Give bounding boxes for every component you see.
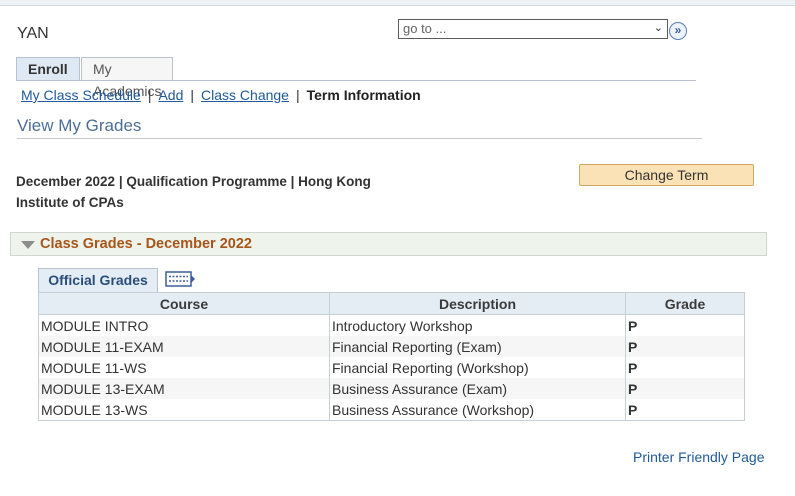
- table-row: MODULE 13-WS Business Assurance (Worksho…: [38, 399, 745, 421]
- sub-navigation: My Class Schedule | Add | Class Change | Term …: [21, 87, 421, 103]
- change-term-button[interactable]: Change Term: [579, 164, 754, 186]
- description-cell: Introductory Workshop: [329, 314, 626, 336]
- title-divider: [17, 138, 702, 139]
- description-cell: Financial Reporting (Workshop): [329, 357, 626, 378]
- tab-official-grades[interactable]: Official Grades: [38, 268, 158, 292]
- link-my-class-schedule[interactable]: My Class Schedule: [21, 87, 141, 103]
- tab-divider: [16, 80, 696, 81]
- goto-select-value: go to ...: [403, 21, 447, 36]
- course-cell: MODULE 13-WS: [38, 399, 330, 421]
- column-header-course[interactable]: Course: [38, 292, 330, 315]
- go-button[interactable]: »: [669, 22, 687, 40]
- section-title: Class Grades - December 2022: [40, 236, 252, 252]
- subnav-separator: |: [295, 87, 300, 103]
- top-bar: [0, 0, 795, 6]
- link-add[interactable]: Add: [158, 87, 183, 103]
- grid-view-icon[interactable]: [165, 271, 196, 287]
- table-row: MODULE 11-EXAM Financial Reporting (Exam…: [38, 336, 745, 357]
- link-class-change[interactable]: Class Change: [201, 87, 289, 103]
- term-info: December 2022 | Qualification Programme …: [16, 171, 396, 213]
- user-name: YAN: [17, 25, 49, 42]
- term-info-line2: Institute of CPAs: [16, 195, 124, 210]
- course-cell: MODULE 11-EXAM: [38, 336, 330, 357]
- description-cell: Business Assurance (Workshop): [329, 399, 626, 421]
- chevron-down-icon: ⌄: [653, 22, 663, 34]
- tab-enroll[interactable]: Enroll: [16, 57, 80, 81]
- table-row: MODULE 11-WS Financial Reporting (Worksh…: [38, 357, 745, 378]
- column-header-grade[interactable]: Grade: [625, 292, 745, 315]
- subnav-separator: |: [190, 87, 195, 103]
- course-cell: MODULE 11-WS: [38, 357, 330, 378]
- page-title: View My Grades: [17, 116, 142, 135]
- triangle-down-icon: [21, 241, 35, 249]
- course-cell: MODULE INTRO: [38, 314, 330, 336]
- table-row: MODULE 13-EXAM Business Assurance (Exam)…: [38, 378, 745, 399]
- printer-friendly-link[interactable]: Printer Friendly Page: [633, 449, 765, 465]
- term-info-line1: December 2022 | Qualification Programme …: [16, 174, 371, 189]
- subnav-separator: |: [147, 87, 152, 103]
- description-cell: Financial Reporting (Exam): [329, 336, 626, 357]
- course-cell: MODULE 13-EXAM: [38, 378, 330, 399]
- double-chevron-right-icon: »: [674, 23, 682, 37]
- tab-my-academics[interactable]: My Academics: [81, 57, 174, 99]
- grade-cell: P: [625, 314, 745, 336]
- table-header-row: Course Description Grade: [38, 292, 745, 315]
- subnav-current-term-information: Term Information: [306, 87, 421, 103]
- grade-cell: P: [625, 378, 745, 399]
- class-grades-section-header[interactable]: Class Grades - December 2022: [10, 232, 767, 256]
- description-cell: Business Assurance (Exam): [329, 378, 626, 399]
- grade-cell: P: [625, 399, 745, 421]
- table-row: MODULE INTRO Introductory Workshop P: [38, 314, 745, 336]
- grade-cell: P: [625, 357, 745, 378]
- grade-cell: P: [625, 336, 745, 357]
- goto-select[interactable]: go to ... ⌄: [398, 19, 668, 39]
- column-header-description[interactable]: Description: [329, 292, 626, 315]
- grades-table: Course Description Grade MODULE INTRO In…: [38, 292, 745, 421]
